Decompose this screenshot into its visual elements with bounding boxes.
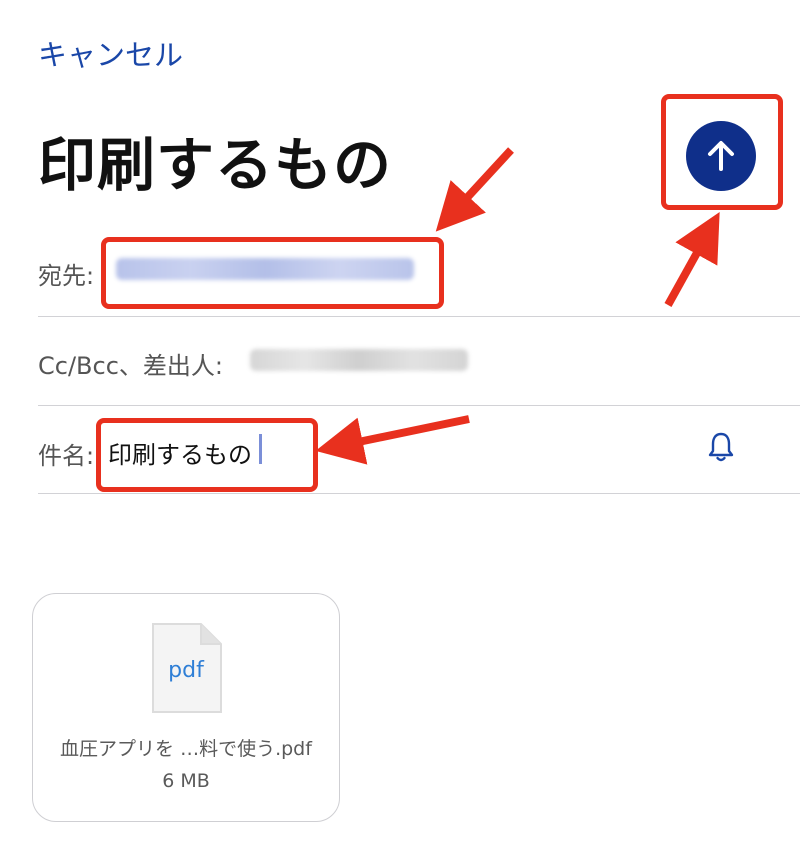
divider <box>38 493 800 494</box>
arrow-send-button <box>664 212 720 307</box>
to-label: 宛先: <box>38 262 95 290</box>
to-field[interactable] <box>116 258 414 280</box>
attachment-size: 6 MB <box>162 770 210 792</box>
arrow-subject-field <box>315 415 470 465</box>
text-caret <box>259 434 262 464</box>
arrow-up-icon <box>708 141 734 171</box>
attachment-name: 血圧アプリを …料で使う.pdf <box>60 738 312 760</box>
notify-button[interactable] <box>704 430 738 468</box>
cc-bcc-field[interactable] <box>250 349 468 371</box>
attachment-card[interactable]: pdf 血圧アプリを …料で使う.pdf 6 MB <box>32 593 340 822</box>
subject-input[interactable]: 印刷するもの <box>108 435 252 470</box>
divider <box>38 405 800 406</box>
cc-bcc-label: Cc/Bcc、差出人: <box>38 352 223 380</box>
divider <box>38 316 800 317</box>
file-type-label: pdf <box>168 658 204 683</box>
page-title: 印刷するもの <box>38 131 393 199</box>
subject-label: 件名: <box>38 442 95 470</box>
bell-icon <box>708 432 734 462</box>
send-button[interactable] <box>686 121 756 191</box>
arrow-to-field <box>435 147 514 232</box>
cancel-button[interactable]: キャンセル <box>38 32 183 74</box>
